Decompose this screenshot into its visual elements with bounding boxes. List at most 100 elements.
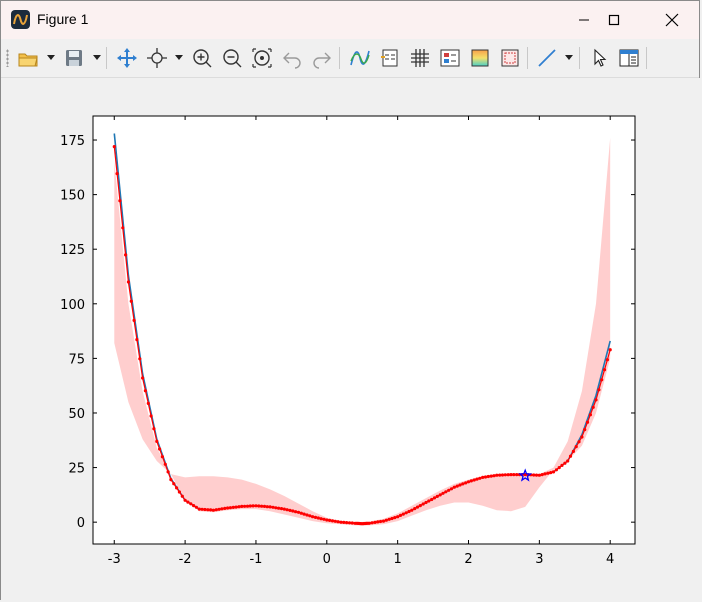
data-point-marker xyxy=(441,491,445,495)
data-point-marker xyxy=(268,505,272,509)
colormap-icon xyxy=(471,49,489,67)
grid-button[interactable] xyxy=(408,46,432,70)
data-point-marker xyxy=(608,348,612,352)
save-dropdown[interactable] xyxy=(92,46,102,70)
pan-button[interactable] xyxy=(115,46,139,70)
data-point-marker xyxy=(537,473,542,477)
toolbar xyxy=(1,39,699,78)
toolbar-grip[interactable] xyxy=(6,49,9,67)
data-point-marker xyxy=(115,172,119,176)
data-point-marker xyxy=(138,357,142,361)
zoom-out-button[interactable] xyxy=(220,46,244,70)
data-point-marker xyxy=(169,478,173,482)
data-point-marker xyxy=(209,508,213,512)
data-point-marker xyxy=(498,473,502,477)
data-point-marker xyxy=(333,519,337,523)
data-point-marker xyxy=(591,405,595,409)
line-style-icon xyxy=(538,49,556,67)
properties-button[interactable] xyxy=(438,46,462,70)
data-point-marker xyxy=(302,512,306,516)
data-point-marker xyxy=(379,519,383,524)
data-point-marker xyxy=(245,504,250,508)
frame-icon xyxy=(501,49,519,67)
data-point-marker xyxy=(240,504,244,508)
data-point-marker xyxy=(274,506,278,510)
close-button[interactable] xyxy=(649,1,695,39)
data-point-marker xyxy=(574,445,578,449)
data-point-marker xyxy=(146,401,150,405)
data-point-marker xyxy=(155,439,159,443)
open-dropdown[interactable] xyxy=(46,46,56,70)
data-point-marker xyxy=(438,493,442,497)
open-button[interactable] xyxy=(16,46,40,70)
save-button[interactable] xyxy=(62,46,86,70)
zoom-in-button[interactable] xyxy=(190,46,214,70)
point-select-dropdown[interactable] xyxy=(174,46,184,70)
figure-canvas[interactable]: -3 -2 -1 0 1 2 3 4 0 25 50 75 100 125 150 175 xyxy=(1,78,701,600)
data-point-marker xyxy=(509,473,513,477)
data-point-marker xyxy=(554,468,559,472)
line-style-button[interactable] xyxy=(535,46,559,70)
properties-icon xyxy=(440,49,460,67)
legend-button[interactable] xyxy=(378,46,402,70)
data-point-marker xyxy=(243,504,247,508)
point-select-button[interactable] xyxy=(145,46,169,70)
data-point-marker xyxy=(350,521,354,525)
data-point-marker xyxy=(135,338,139,342)
x-tick-label: 0 xyxy=(323,552,331,567)
data-point-marker xyxy=(282,507,286,511)
data-point-marker xyxy=(186,500,190,504)
data-point-marker xyxy=(571,449,576,453)
data-point-marker xyxy=(398,513,403,517)
data-point-marker xyxy=(166,470,170,474)
plot-svg[interactable]: -3 -2 -1 0 1 2 3 4 0 25 50 75 100 125 150 175 xyxy=(1,78,701,600)
data-point-marker xyxy=(449,487,454,491)
open-folder-icon xyxy=(18,53,38,67)
data-point-marker xyxy=(121,226,125,230)
line-style-dropdown[interactable] xyxy=(564,46,574,70)
data-point-marker xyxy=(265,505,269,509)
colormap-button[interactable] xyxy=(468,46,492,70)
data-point-marker xyxy=(237,505,241,509)
toolbar-separator xyxy=(527,47,528,69)
curve-edit-icon xyxy=(350,50,370,66)
data-point-marker xyxy=(328,518,332,522)
zoom-in-icon xyxy=(193,49,212,68)
maximize-button[interactable] xyxy=(591,1,637,39)
data-point-marker xyxy=(475,477,479,481)
data-point-marker xyxy=(469,479,473,483)
data-point-marker xyxy=(600,378,604,382)
data-point-marker xyxy=(483,475,488,479)
title-bar[interactable]: Figure 1 xyxy=(1,1,699,39)
data-point-marker xyxy=(260,504,264,508)
data-point-marker xyxy=(143,389,147,393)
data-point-marker xyxy=(183,498,187,502)
data-point-marker xyxy=(248,504,252,508)
panel-button[interactable] xyxy=(617,46,641,70)
data-point-marker xyxy=(141,376,145,380)
data-point-marker xyxy=(163,462,167,466)
data-point-marker xyxy=(254,504,258,508)
data-point-marker xyxy=(588,413,593,417)
y-tick-label: 125 xyxy=(60,243,85,258)
chevron-down-icon xyxy=(565,55,573,60)
data-point-marker xyxy=(220,507,224,511)
data-point-marker xyxy=(580,435,584,439)
toolbar-separator xyxy=(339,47,340,69)
cursor-button[interactable] xyxy=(588,46,612,70)
frame-button[interactable] xyxy=(498,46,522,70)
data-point-marker xyxy=(175,486,179,490)
data-point-marker xyxy=(481,475,485,479)
data-point-marker xyxy=(418,504,422,508)
curve-edit-button[interactable] xyxy=(348,46,372,70)
data-point-marker xyxy=(149,414,153,418)
data-point-marker xyxy=(390,516,394,521)
redo-button[interactable] xyxy=(310,46,334,70)
data-point-marker xyxy=(486,474,490,479)
data-point-marker xyxy=(384,518,388,522)
data-point-marker xyxy=(251,504,255,508)
data-point-marker xyxy=(206,508,210,512)
zoom-fit-button[interactable] xyxy=(250,46,274,70)
data-point-marker xyxy=(325,518,329,522)
undo-button[interactable] xyxy=(280,46,304,70)
